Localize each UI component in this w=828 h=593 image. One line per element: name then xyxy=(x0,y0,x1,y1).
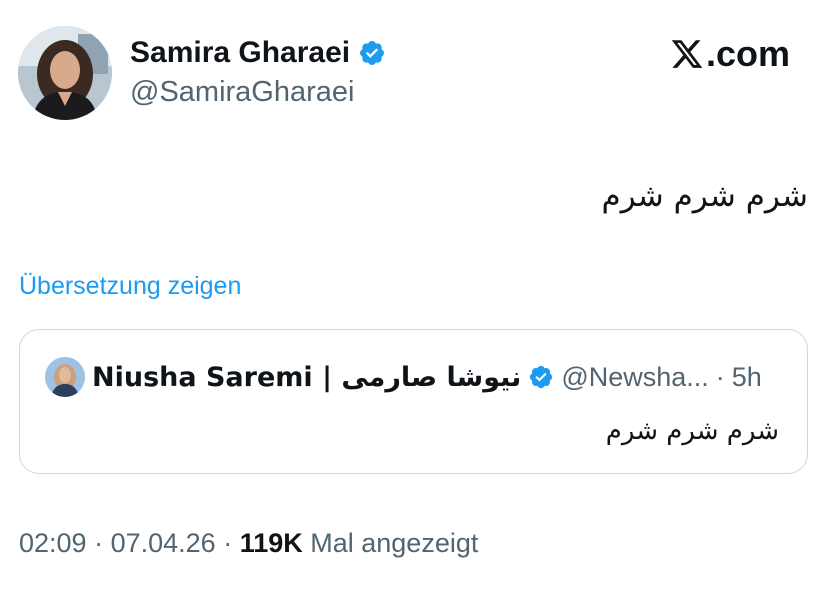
quoted-author-display-name[interactable]: Niusha Saremi | نیوشا صارمی xyxy=(92,362,521,393)
tweet-meta: 02:09 · 07.04.26 · 119K Mal angezeigt xyxy=(19,528,478,559)
quoted-profile-photo xyxy=(45,357,85,397)
author-handle[interactable]: @SamiraGharaei xyxy=(130,76,354,109)
tweet-time[interactable]: 02:09 xyxy=(19,528,87,558)
quoted-meta-separator: · xyxy=(715,361,725,392)
views-count[interactable]: 119K xyxy=(240,528,303,558)
author-name-row: Samira Gharaei xyxy=(130,33,386,73)
brand-logo: .com xyxy=(670,33,790,75)
quoted-author-avatar[interactable] xyxy=(45,357,85,397)
x-logo-icon xyxy=(671,40,703,68)
quoted-tweet-time[interactable]: 5h xyxy=(732,362,762,393)
quoted-tweet-card[interactable]: Niusha Saremi | نیوشا صارمی @Newsha... ·… xyxy=(19,329,808,474)
author-avatar[interactable] xyxy=(18,26,112,120)
brand-suffix: .com xyxy=(705,33,790,74)
author-display-name[interactable]: Samira Gharaei xyxy=(130,36,350,70)
profile-photo xyxy=(18,26,112,120)
verified-badge-icon xyxy=(360,41,385,65)
quoted-tweet-text: شرم شرم شرم xyxy=(605,416,779,446)
show-translation-link[interactable]: Übersetzung zeigen xyxy=(19,272,241,301)
quoted-tweet-header: Niusha Saremi | نیوشا صارمی @Newsha... ·… xyxy=(45,357,762,397)
meta-separator: · xyxy=(86,528,111,558)
quoted-verified-badge-icon xyxy=(530,365,553,389)
quoted-author-handle[interactable]: @Newsha... xyxy=(561,362,708,393)
tweet-date[interactable]: 07.04.26 xyxy=(111,528,216,558)
meta-separator: · xyxy=(215,528,240,558)
tweet-text: شرم شرم شرم xyxy=(601,178,808,214)
views-label: Mal angezeigt xyxy=(302,528,479,558)
